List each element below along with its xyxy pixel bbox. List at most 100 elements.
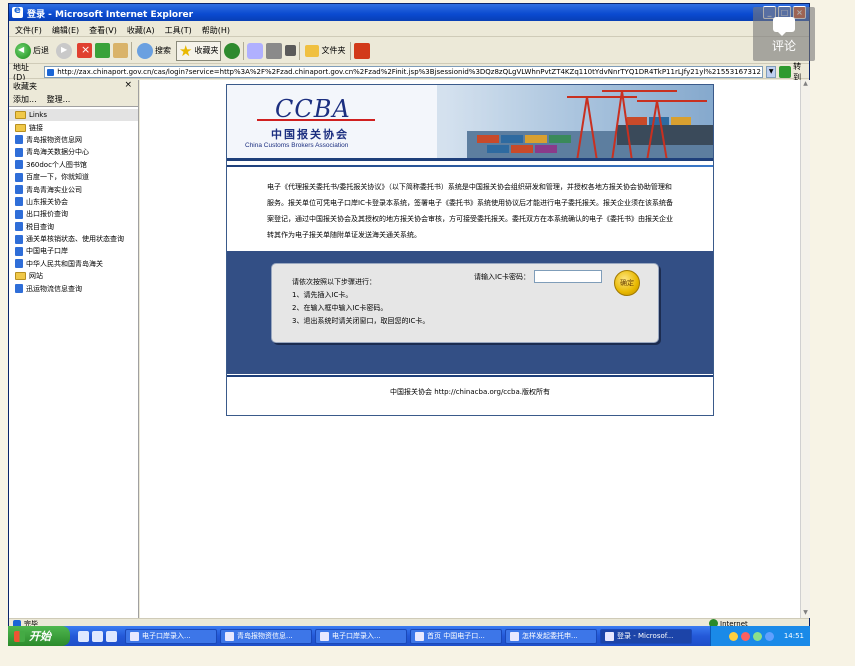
taskbar-button[interactable]: 首页 中国电子口... [410,628,502,644]
toolbar-separator [243,41,245,60]
confirm-button[interactable]: 确定 [614,270,640,296]
page-icon [15,185,23,195]
back-button[interactable]: 后退 [13,41,51,61]
system-tray: 14:51 [710,626,810,646]
logo-red-line [257,119,375,121]
taskbar-button[interactable]: 电子口岸录入... [315,628,407,644]
edit-icon[interactable] [285,45,297,56]
media-launch-icon[interactable] [106,630,117,642]
ie-launch-icon[interactable] [78,630,89,642]
window-icon [605,631,614,641]
home-icon[interactable] [113,43,128,58]
forward-button[interactable] [54,41,74,61]
favorite-item[interactable]: 360doc个人图书馆 [9,159,138,171]
tray-icon[interactable] [765,631,774,641]
favorite-item-label: 中华人民共和国青岛海关 [26,259,103,268]
favorites-tools: 添加... 整理... [9,92,138,107]
favorite-item[interactable]: 税目查询 [9,221,138,233]
favorite-item[interactable]: 迅运物流信息查询 [9,282,138,294]
folders-button[interactable]: 文件夹 [303,41,347,61]
favorite-item[interactable]: 青岛海关数据分中心 [9,146,138,158]
page-icon [15,234,23,244]
taskbar-button-label: 青岛报物资信息... [237,632,293,640]
favorite-item[interactable]: 网站 [9,270,138,282]
favorite-item-label: 青岛海关数据分中心 [26,148,89,157]
taskbar-button[interactable]: 电子口岸录入... [125,628,217,644]
organize-favorites-button[interactable]: 整理... [47,94,71,104]
ie-window: 登录 - Microsoft Internet Explorer _ □ × 文… [8,3,810,646]
logo-english-name: China Customs Brokers Association [245,142,349,149]
favorite-item-label: 青岛报物资信息网 [26,135,82,144]
favorites-close-button[interactable]: × [124,80,132,90]
tray-icon[interactable] [753,631,762,641]
menu-tools[interactable]: 工具(T) [165,25,192,36]
header-divider [227,161,713,173]
vertical-scrollbar[interactable]: ▲ ▼ [800,80,810,618]
port-cranes-image [437,85,713,158]
title-bar[interactable]: 登录 - Microsoft Internet Explorer _ □ × [9,4,809,21]
favorite-item[interactable]: 通关单核销状态、使用状态查询 [9,233,138,245]
favorite-item-label: 链接 [29,123,43,132]
login-box: 请依次按照以下步骤进行： 1、请先插入IC卡。 2、在输入框中输入IC卡密码。 … [271,263,659,343]
favorites-header: 收藏夹 × [9,80,138,92]
clock: 14:51 [783,632,804,640]
comment-label: 评论 [771,39,796,53]
windows-logo-icon [14,630,25,642]
taskbar-button[interactable]: 青岛报物资信息... [220,628,312,644]
address-dropdown-button[interactable]: ▼ [766,65,777,78]
tray-icon[interactable] [741,631,750,641]
favorites-button[interactable]: ★ 收藏夹 [176,40,222,61]
favorite-item[interactable]: 中华人民共和国青岛海关 [9,258,138,270]
favorite-item[interactable]: 青岛青海实业公司 [9,183,138,195]
address-input[interactable]: http://zax.chinaport.gov.cn/cas/login?se… [44,65,764,78]
favorite-item-label: 山东报关协会 [26,197,68,206]
page-icon [15,135,23,145]
window-icon [320,631,329,641]
taskbar-button[interactable]: 登录 - Microsof... [600,628,692,644]
print-icon[interactable] [266,42,283,59]
scroll-down-icon[interactable]: ▼ [801,609,810,618]
menu-bar: 文件(F) 编辑(E) 查看(V) 收藏(A) 工具(T) 帮助(H) [9,22,809,37]
favorite-item[interactable]: 链接 [9,121,138,133]
start-button[interactable]: 开始 [8,626,70,646]
favorite-item[interactable]: 出口报价查询 [9,208,138,220]
menu-favorites[interactable]: 收藏(A) [127,25,155,36]
login-area: 请依次按照以下步骤进行： 1、请先插入IC卡。 2、在输入框中输入IC卡密码。 … [227,251,713,374]
favorite-item-label: Links [29,111,47,120]
scroll-up-icon[interactable]: ▲ [801,80,810,89]
menu-view[interactable]: 查看(V) [89,25,117,36]
web-content: CCBA 中国报关协会 China Customs Brokers Associ… [140,80,800,618]
favorite-item-label: 中国电子口岸 [26,247,68,256]
search-label: 搜索 [155,46,171,55]
favorite-item[interactable]: 中国电子口岸 [9,245,138,257]
favorites-pane: 收藏夹 × 添加... 整理... Links 链接青岛报物资信息网 青岛海关数据分… [9,80,139,618]
toolbar: 后退 搜索 ★ 收藏夹 文件夹 [9,38,809,64]
show-desktop-icon[interactable] [92,630,103,642]
stop-icon[interactable] [77,43,92,58]
search-button[interactable]: 搜索 [135,41,173,61]
page-icon [15,209,23,219]
menu-edit[interactable]: 编辑(E) [52,25,79,36]
refresh-icon[interactable] [95,43,110,58]
favorite-item-label: 通关单核销状态、使用状态查询 [26,235,124,244]
start-label: 开始 [29,630,51,643]
taskbar-button[interactable]: 怎样发起委托申... [505,628,597,644]
tray-icon[interactable] [729,631,738,641]
add-favorite-button[interactable]: 添加... [13,94,37,104]
history-icon[interactable] [224,42,241,59]
menu-help[interactable]: 帮助(H) [202,25,230,36]
star-icon: ★ [179,41,193,60]
page-icon [15,172,23,182]
page-icon [15,284,23,294]
folder-icon [15,123,26,132]
steps-title: 请依次按照以下步骤进行： [292,278,376,286]
addon-icon[interactable] [354,42,371,59]
ic-card-password-input[interactable] [534,270,602,283]
favorite-item[interactable]: 百度一下，你就知道 [9,171,138,183]
favorite-item[interactable]: 山东报关协会 [9,196,138,208]
favorite-item[interactable]: 青岛报物资信息网 [9,134,138,146]
comment-button[interactable]: 评论 [753,7,815,61]
menu-file[interactable]: 文件(F) [15,25,42,36]
favorite-item[interactable]: Links [9,109,138,122]
mail-icon[interactable] [247,42,264,59]
